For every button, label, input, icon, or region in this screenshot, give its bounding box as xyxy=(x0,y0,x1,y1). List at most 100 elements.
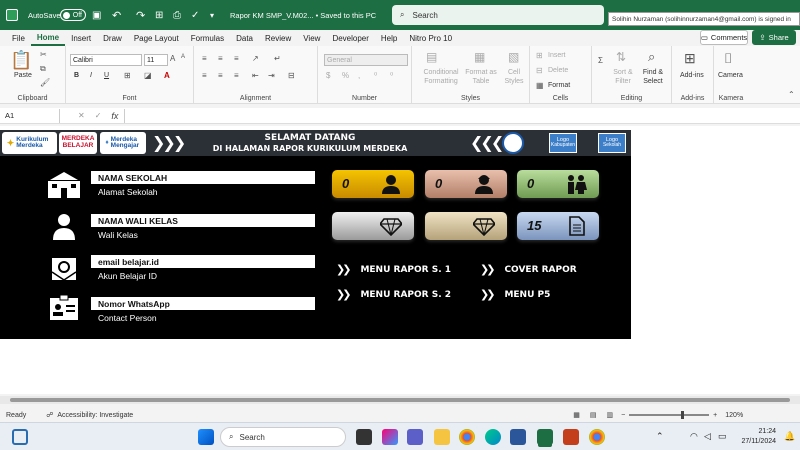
zoom-slider[interactable] xyxy=(629,411,710,419)
file-explorer-icon[interactable] xyxy=(434,429,450,445)
logo-kabupaten-button[interactable]: Logo Kabupaten xyxy=(549,133,577,153)
menu-rapor-s1-link[interactable]: ❯❯ MENU RAPOR S. 1 xyxy=(336,263,451,276)
increase-decimal-icon[interactable]: ⁰ xyxy=(374,71,377,80)
edge-icon[interactable] xyxy=(485,429,501,445)
whatsapp-field[interactable]: Nomor WhatsApp xyxy=(91,297,315,310)
search-input[interactable]: ⌕ Search xyxy=(392,5,604,25)
system-clock[interactable]: 21:24 27/11/2024 xyxy=(741,427,776,447)
insert-function-button[interactable]: fx xyxy=(111,111,118,121)
tab-file[interactable]: File xyxy=(6,30,31,46)
decrease-decimal-icon[interactable]: ⁰ xyxy=(390,71,393,80)
comma-icon[interactable]: , xyxy=(358,71,360,80)
addins-icon[interactable]: ⊞ xyxy=(684,50,696,67)
school-name-field[interactable]: NAMA SEKOLAH xyxy=(91,171,315,184)
male-students-stat[interactable]: 0 xyxy=(332,170,414,198)
tab-data[interactable]: Data xyxy=(230,30,259,46)
camera-button[interactable]: Camera xyxy=(718,72,743,79)
align-right-icon[interactable]: ≡ xyxy=(234,71,239,80)
diamond-stat-1[interactable] xyxy=(332,212,414,240)
increase-font-icon[interactable]: A xyxy=(170,54,175,63)
align-left-icon[interactable]: ≡ xyxy=(202,71,207,80)
comments-button[interactable]: ▭ Comments xyxy=(700,30,748,45)
tab-insert[interactable]: Insert xyxy=(65,30,97,46)
zoom-in-icon[interactable]: + xyxy=(713,412,717,419)
powerpoint-icon[interactable] xyxy=(563,429,579,445)
wrap-text-icon[interactable]: ↵ xyxy=(274,54,281,63)
indent-decrease-icon[interactable]: ⇤ xyxy=(252,71,259,80)
total-students-stat[interactable]: 0 xyxy=(517,170,599,198)
formula-input[interactable] xyxy=(124,108,800,123)
qat-more-icon[interactable]: ▾ xyxy=(210,0,214,30)
orientation-icon[interactable]: ↗ xyxy=(252,54,259,63)
normal-view-icon[interactable]: ▦ xyxy=(573,411,580,419)
bold-button[interactable]: B xyxy=(74,72,79,79)
italic-button[interactable]: I xyxy=(90,72,92,79)
tab-developer[interactable]: Developer xyxy=(326,30,374,46)
menu-rapor-s2-link[interactable]: ❯❯ MENU RAPOR S. 2 xyxy=(336,288,451,301)
desktop-widget-icon[interactable] xyxy=(12,429,28,445)
diamond-stat-2[interactable] xyxy=(425,212,507,240)
format-table-icon[interactable]: ▦ xyxy=(474,50,485,64)
page-break-view-icon[interactable]: ▥ xyxy=(606,411,613,419)
camera-icon[interactable]: ⌷ xyxy=(724,50,732,67)
menu-p5-link[interactable]: ❯❯ MENU P5 xyxy=(480,288,550,301)
sort-filter-button[interactable]: Sort & Filter xyxy=(610,68,636,86)
wifi-icon[interactable]: ◠ xyxy=(690,431,698,442)
insert-cells-button[interactable]: Insert xyxy=(548,52,566,59)
name-box[interactable]: A1 xyxy=(0,108,60,123)
teams-icon[interactable] xyxy=(407,429,423,445)
task-view-icon[interactable] xyxy=(356,429,372,445)
save-icon[interactable]: ▣ xyxy=(92,0,101,30)
format-painter-icon[interactable]: 🖌 xyxy=(40,78,50,87)
find-select-icon[interactable]: ⌕ xyxy=(648,49,655,65)
word-icon[interactable] xyxy=(510,429,526,445)
sort-filter-icon[interactable]: ⇅ xyxy=(616,50,626,64)
print-preview-icon[interactable]: ⎙ xyxy=(173,0,181,30)
paste-button[interactable]: Paste xyxy=(14,72,32,79)
tab-nitro[interactable]: Nitro Pro 10 xyxy=(403,30,458,46)
windows-start-icon[interactable] xyxy=(198,429,214,445)
female-students-stat[interactable]: 0 xyxy=(425,170,507,198)
underline-button[interactable]: U xyxy=(104,72,109,79)
homeroom-teacher-field[interactable]: NAMA WALI KELAS xyxy=(91,214,315,227)
accessibility-status[interactable]: Accessibility: Investigate xyxy=(57,412,133,419)
font-size-select[interactable]: 11 xyxy=(144,54,168,66)
scroll-thumb[interactable] xyxy=(10,398,790,402)
cell-styles-icon[interactable]: ▧ xyxy=(508,50,519,64)
tab-help[interactable]: Help xyxy=(375,30,403,46)
volume-icon[interactable]: ◁ xyxy=(704,431,711,442)
documents-stat[interactable]: 15 xyxy=(517,212,599,240)
form-icon[interactable]: ⊞ xyxy=(155,0,163,30)
redo-icon[interactable]: ↷ xyxy=(136,0,145,30)
tray-chevron-icon[interactable]: ⌃ xyxy=(656,431,664,442)
copilot-icon[interactable] xyxy=(382,429,398,445)
conditional-formatting-button[interactable]: Conditional Formatting xyxy=(416,68,466,86)
tab-formulas[interactable]: Formulas xyxy=(185,30,230,46)
font-family-select[interactable]: Calibri xyxy=(70,54,142,66)
tab-page-layout[interactable]: Page Layout xyxy=(128,30,185,46)
fill-color-icon[interactable]: ◪ xyxy=(144,71,152,80)
copy-icon[interactable]: ⧉ xyxy=(40,64,46,74)
cancel-icon[interactable]: ✕ xyxy=(78,111,85,120)
find-select-button[interactable]: Find & Select xyxy=(638,68,668,86)
collapse-ribbon-icon[interactable]: ⌃ xyxy=(788,90,795,99)
font-color-icon[interactable]: A xyxy=(164,71,170,80)
chrome-profile-icon[interactable] xyxy=(589,429,605,445)
spell-check-icon[interactable]: ✓ xyxy=(191,0,199,30)
paste-icon[interactable]: 📋 xyxy=(10,50,32,71)
logo-sekolah-button[interactable]: Logo Sekolah xyxy=(598,133,626,153)
borders-icon[interactable]: ⊞ xyxy=(124,71,131,80)
enter-icon[interactable]: ✓ xyxy=(95,111,102,120)
undo-icon[interactable]: ↶ xyxy=(112,0,121,30)
taskbar-search[interactable]: ⌕ Search xyxy=(220,427,346,447)
currency-icon[interactable]: $ xyxy=(326,71,330,80)
addins-button[interactable]: Add-ins xyxy=(680,72,704,79)
zoom-out-icon[interactable]: − xyxy=(621,412,625,419)
cover-rapor-link[interactable]: ❯❯ COVER RAPOR xyxy=(480,263,577,276)
zoom-level[interactable]: 120% xyxy=(725,412,743,419)
format-as-table-button[interactable]: Format as Table xyxy=(462,68,500,86)
format-cells-button[interactable]: Format xyxy=(548,82,570,89)
align-top-icon[interactable]: ≡ xyxy=(202,54,207,63)
indent-increase-icon[interactable]: ⇥ xyxy=(268,71,275,80)
align-middle-icon[interactable]: ≡ xyxy=(218,54,223,63)
